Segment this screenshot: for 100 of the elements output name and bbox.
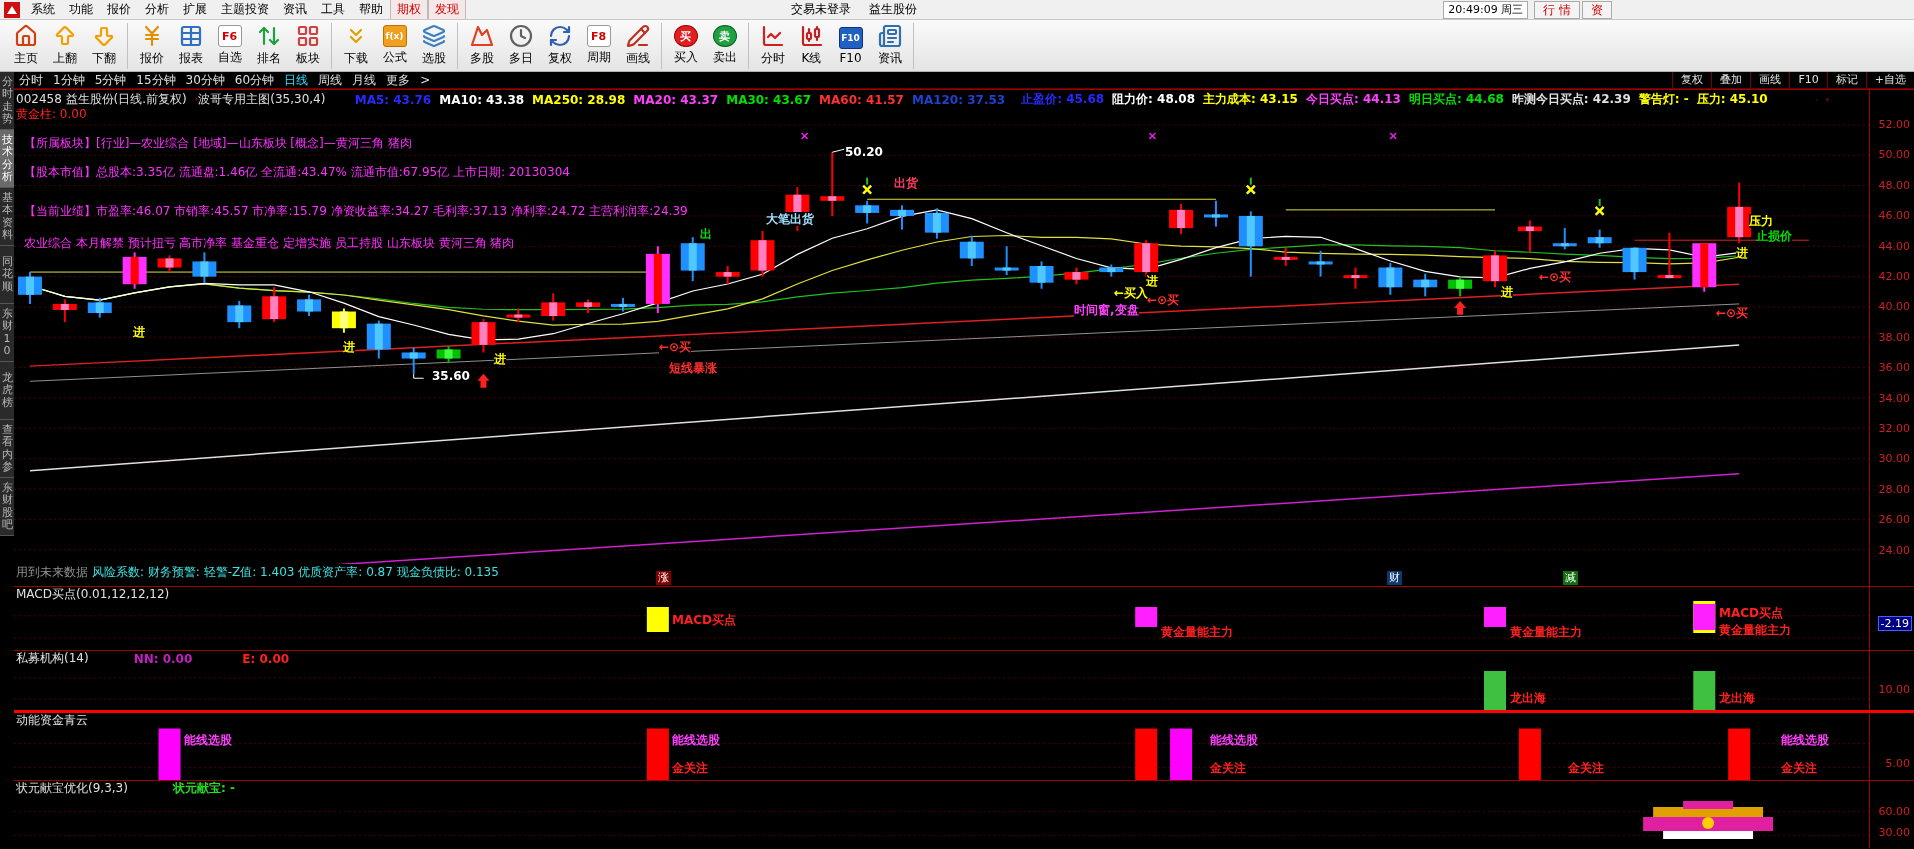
risk-line: 风险系数: 财务预警: 轻警-Z值: 1.403 优质资产率: 0.87 现金负债比: 0.135 (92, 564, 499, 581)
indicator-bar (1693, 671, 1716, 710)
toolbar-button[interactable]: 复权 (540, 22, 579, 69)
toolbar-button[interactable]: F6 自选 (210, 22, 249, 69)
menu-item[interactable]: 帮助 (352, 1, 390, 18)
period-tab[interactable]: 5分钟 (89, 71, 132, 89)
formula-name: 波哥专用主图(35,30,4) (198, 91, 326, 108)
chart-tool-button[interactable]: +自选 (1865, 72, 1914, 88)
period-tab[interactable]: 月线 (347, 71, 382, 89)
menu-item[interactable]: 发现 (428, 0, 466, 19)
axis-label: 50.00 (1877, 148, 1911, 162)
info-line: 【当前业绩】市盈率:46.07 市销率:45.57 市净率:15.79 净资收益率:34.27 毛利率:37.13 净利率:24.72 主营利润率:24.39 (24, 203, 688, 220)
menu-item[interactable]: 资讯 (276, 1, 314, 18)
toolbar-button[interactable]: 选股 (414, 22, 453, 69)
toolbar-button[interactable]: 排名 (249, 22, 288, 69)
side-tab[interactable]: 基本资料 (0, 188, 14, 246)
candlestick (331, 307, 356, 334)
candlestick (297, 293, 322, 318)
period-tab[interactable]: 1分钟 (48, 71, 90, 89)
candlestick (855, 199, 880, 225)
chart-tool-button[interactable]: F10 (1789, 72, 1827, 88)
trade-status: 交易未登录 (791, 1, 851, 18)
period-tab[interactable]: 分时 (14, 71, 48, 89)
indicator-value: 明日买点: 44.68 (1408, 91, 1504, 108)
candlestick (262, 286, 287, 324)
chart-annotation: ←⊙买 (1147, 293, 1180, 307)
candlestick (366, 319, 391, 360)
axis-label: 42.00 (1877, 270, 1911, 283)
period-tab[interactable]: 日线 (279, 71, 314, 89)
side-tab[interactable]: 东财股吧 (0, 478, 14, 536)
ma-value: MA20: 43.37 (633, 92, 719, 107)
side-tab[interactable]: 分时走势 (0, 72, 14, 130)
indicator-value: 状元献宝: - (172, 781, 235, 797)
toolbar-button[interactable]: 下载 (336, 22, 375, 69)
toolbar-button[interactable]: 下翻 (84, 22, 123, 69)
toolbar-button[interactable]: 主页 (6, 22, 45, 69)
chart-tool-button[interactable]: 复权 (1672, 72, 1712, 88)
toolbar-button[interactable]: f(x) 公式 (375, 22, 414, 69)
signal-label: 黄金量能主力 (1510, 625, 1582, 639)
more-arrow[interactable]: > (415, 73, 436, 87)
toolbar-button[interactable]: 多股 (462, 22, 501, 69)
top-tab[interactable]: 资 (1582, 0, 1612, 19)
toolbar-button[interactable]: K线 (792, 22, 831, 69)
chart-tool-button[interactable]: 画线 (1750, 72, 1790, 88)
cross-marker (1389, 132, 1397, 140)
period-tab[interactable]: 15分钟 (131, 71, 181, 89)
toolbar-button[interactable]: 买 买入 (666, 22, 705, 69)
period-tab[interactable]: 周线 (313, 71, 348, 89)
toolbar-button[interactable]: 报价 (132, 22, 171, 69)
chart-annotation: 止损价 (1756, 229, 1792, 243)
toolbar-button[interactable]: 上翻 (45, 22, 84, 69)
toolbar-button[interactable]: 板块 (288, 22, 327, 69)
panel-title: 动能资金青云 (16, 713, 88, 729)
chart-annotation: 进 (1146, 274, 1158, 288)
candlestick (1657, 231, 1682, 280)
toolbar-button[interactable]: F10 F10 (831, 22, 870, 69)
menu-item[interactable]: 功能 (62, 1, 100, 18)
menu-item[interactable]: 工具 (314, 1, 352, 18)
side-tab[interactable]: 查看内参 (0, 420, 14, 478)
star-marker-icon (1594, 197, 1605, 217)
ma-value: MA250: 28.98 (532, 92, 626, 107)
side-tab[interactable]: 东财10 (0, 304, 14, 362)
axis-label: 24.00 (1877, 543, 1911, 557)
indicator-bar (1170, 728, 1193, 780)
signal-label: 能线选股 (184, 733, 232, 747)
toolbar-button[interactable]: F8 周期 (579, 22, 618, 69)
clock-icon (508, 24, 533, 48)
menu-item[interactable]: 扩展 (176, 1, 214, 18)
toolbar-button[interactable]: 分时 (753, 22, 792, 69)
menu-item[interactable]: 系统 (24, 1, 62, 18)
candlestick (924, 207, 949, 240)
candlestick (1064, 266, 1089, 286)
axis-label: 32.00 (1877, 422, 1911, 435)
side-tab[interactable]: 同花顺 (0, 246, 14, 304)
menu-item[interactable]: 分析 (138, 1, 176, 18)
clock: 20:49:09 周三 (1443, 0, 1529, 19)
chart-tool-button[interactable]: 叠加 (1711, 72, 1751, 88)
sort-icon (256, 24, 281, 48)
candlestick (122, 251, 147, 290)
ma-value: MA30: 43.67 (726, 92, 812, 107)
toolbar-button[interactable]: 报表 (171, 22, 210, 69)
leader-line (831, 148, 845, 153)
toolbar-button[interactable]: 卖 卖出 (705, 22, 744, 69)
side-tab[interactable]: 龙虎榜 (0, 362, 14, 420)
indicator-value: 昨测今日买点: 42.39 (1511, 91, 1631, 108)
menu-item[interactable]: 主题投资 (214, 1, 276, 18)
toolbar-button[interactable]: 资讯 (870, 22, 909, 69)
menu-item[interactable]: 报价 (100, 1, 138, 18)
period-tab[interactable]: 30分钟 (180, 71, 230, 89)
more-button[interactable]: 更多 (381, 71, 416, 89)
chart-tool-button[interactable]: 标记 (1826, 72, 1866, 88)
toolbar-button[interactable]: 画线 (618, 22, 657, 69)
menu-item[interactable]: 期权 (390, 0, 428, 19)
candlestick (401, 346, 426, 375)
toolbar-button[interactable]: 多日 (501, 22, 540, 69)
icon-badge: F10 (838, 26, 863, 49)
side-tab[interactable]: 技术分析 (0, 130, 14, 188)
period-tab[interactable]: 60分钟 (229, 71, 280, 89)
top-tab[interactable]: 行 情 (1534, 0, 1580, 19)
signal-label: 龙出海 (1719, 691, 1755, 705)
